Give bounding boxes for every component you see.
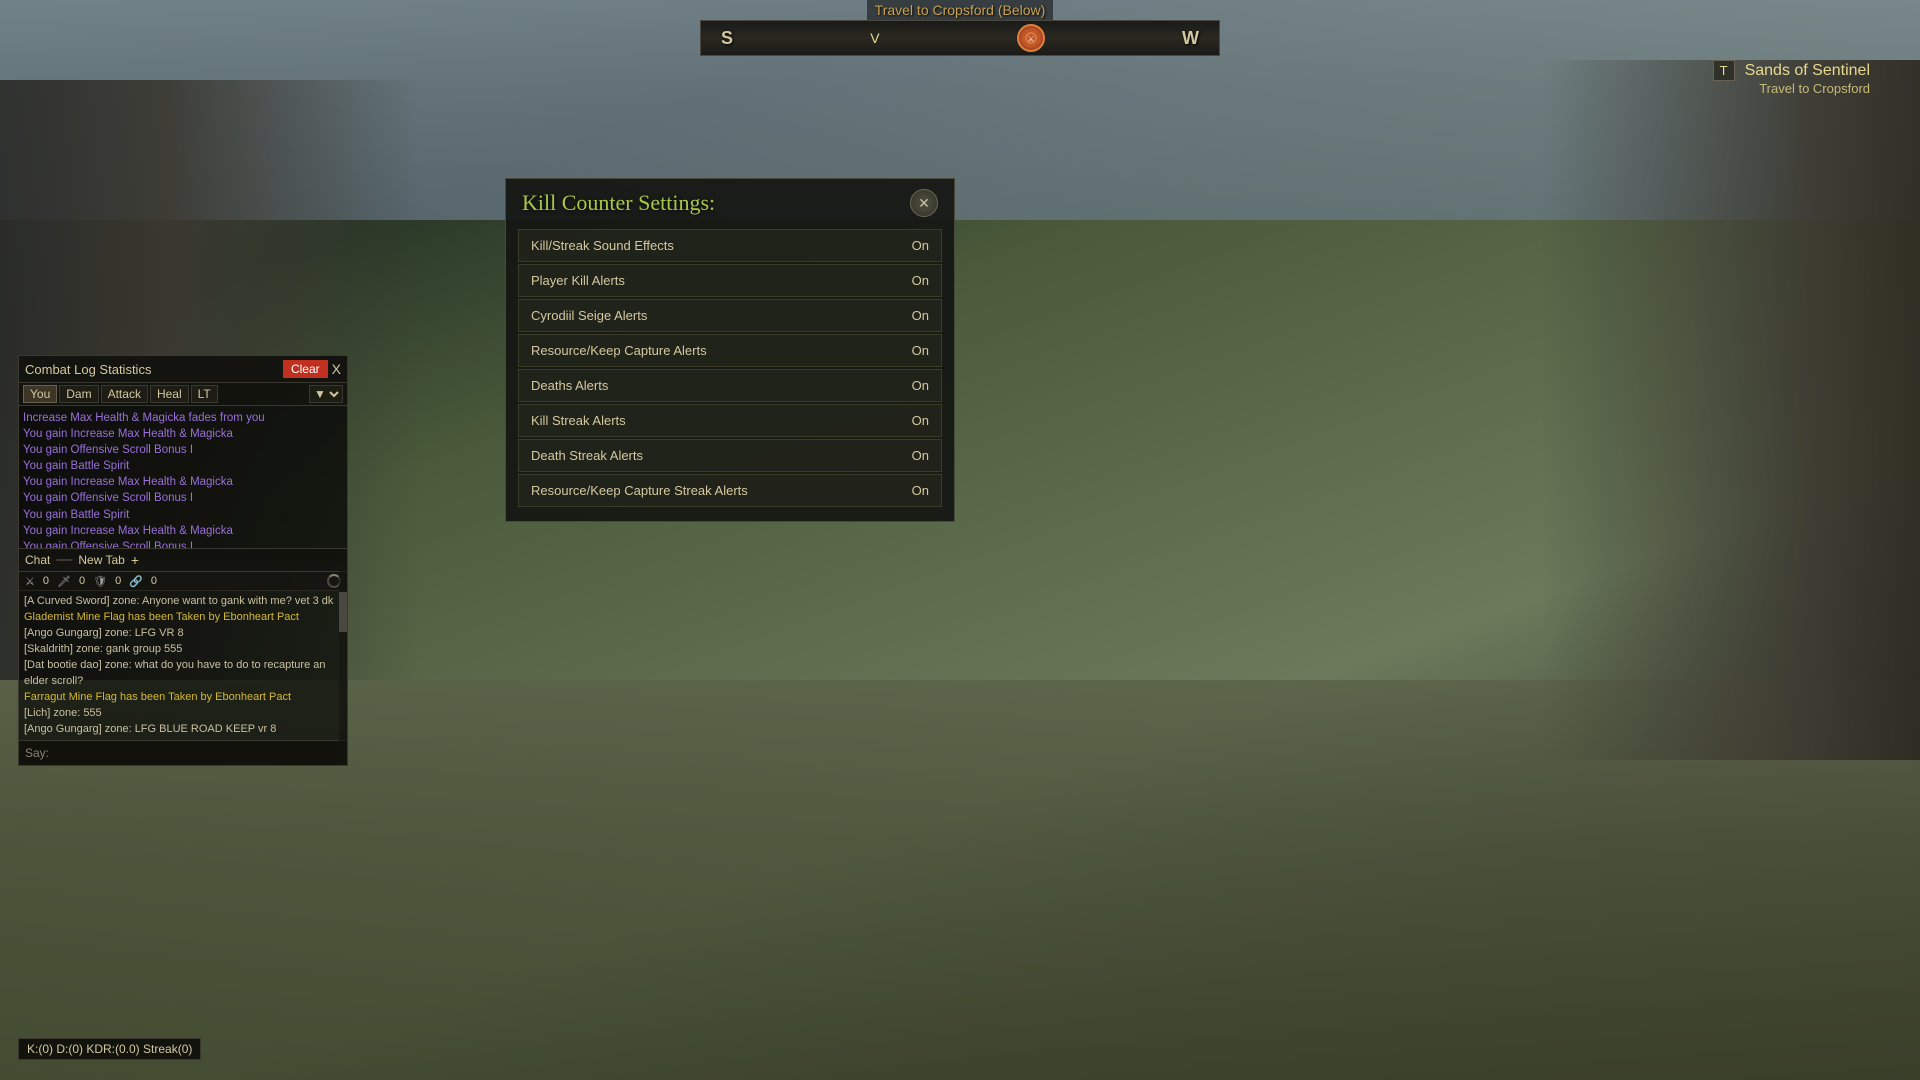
chat-message: [Ango Gungarg] zone: LFG BLUE ROAD KEEP …	[24, 722, 342, 738]
kc-setting-row[interactable]: Player Kill AlertsOn	[518, 264, 942, 297]
kc-setting-value: On	[899, 308, 929, 323]
combat-tab-dam[interactable]: Dam	[59, 385, 98, 403]
combat-tab-you[interactable]: You	[23, 385, 57, 403]
chat-status-row: ⚔ 0 🗡 0 🛡 0 🔗 0	[19, 572, 347, 591]
combat-log-header: Combat Log Statistics Clear X	[19, 356, 347, 383]
kc-setting-label: Player Kill Alerts	[531, 273, 899, 288]
kill-counter-settings-list: Kill/Streak Sound EffectsOnPlayer Kill A…	[506, 225, 954, 521]
svg-text:⚔: ⚔	[1027, 35, 1034, 44]
chat-input-row: Say:	[19, 740, 347, 765]
chat-message: Farragut Mine Flag has been Taken by Ebo…	[24, 690, 342, 706]
kc-setting-value: On	[899, 483, 929, 498]
kill-counter-close-button[interactable]: ✕	[910, 189, 938, 217]
compass-west: W	[1182, 28, 1199, 49]
compass-bar: Travel to Cropsford (Below) S V ⚔ W	[680, 0, 1240, 56]
chat-message: [Dat bootie dao] zone: what do you have …	[24, 658, 342, 690]
clear-button[interactable]: Clear	[283, 360, 328, 378]
chat-message: [Skaldrith] zone: gank group 555	[24, 642, 342, 658]
kc-setting-value: On	[899, 448, 929, 463]
combat-message: Increase Max Health & Magicka fades from…	[23, 410, 343, 426]
kc-setting-row[interactable]: Resource/Keep Capture Streak AlertsOn	[518, 474, 942, 507]
combat-log-title: Combat Log Statistics	[25, 362, 151, 377]
chat-scrollbar-thumb[interactable]	[339, 592, 347, 632]
kc-setting-label: Resource/Keep Capture Streak Alerts	[531, 483, 899, 498]
kc-setting-row[interactable]: Resource/Keep Capture AlertsOn	[518, 334, 942, 367]
kc-setting-value: On	[899, 378, 929, 393]
combat-message: You gain Battle Spirit	[23, 507, 343, 523]
sword-count: 0	[43, 575, 49, 587]
shield-icon: 🛡	[93, 575, 107, 588]
kc-setting-row[interactable]: Kill Streak AlertsOn	[518, 404, 942, 437]
kc-setting-row[interactable]: Death Streak AlertsOn	[518, 439, 942, 472]
travel-label: Travel to Cropsford (Below)	[867, 0, 1054, 20]
location-travel: Travel to Cropsford	[1713, 81, 1870, 96]
combat-tab-lt[interactable]: LT	[191, 385, 218, 403]
chat-messages: [A Curved Sword] zone: Anyone want to ga…	[19, 591, 347, 740]
travel-destination: Travel to Cropsford	[875, 2, 994, 18]
chat-scrollbar[interactable]	[339, 549, 347, 765]
combat-tab-attack[interactable]: Attack	[101, 385, 148, 403]
kc-setting-row[interactable]: Cyrodiil Seige AlertsOn	[518, 299, 942, 332]
combat-message: You gain Offensive Scroll Bonus I	[23, 442, 343, 458]
kill-counter-title-bar: Kill Counter Settings: ✕	[506, 179, 954, 225]
archway-right	[1540, 60, 1920, 760]
compass-strip: S V ⚔ W	[700, 20, 1220, 56]
chat-tabs: Chat — New Tab +	[19, 549, 347, 572]
dagger-icon: 🗡	[57, 575, 71, 588]
combat-tab-heal[interactable]: Heal	[150, 385, 189, 403]
kc-setting-row[interactable]: Deaths AlertsOn	[518, 369, 942, 402]
chain-icon: 🔗	[129, 575, 143, 588]
chat-input-label: Say:	[25, 746, 49, 760]
combat-message: You gain Increase Max Health & Magicka	[23, 426, 343, 442]
compass-icon: ⚔	[1017, 24, 1045, 52]
kc-setting-value: On	[899, 273, 929, 288]
kc-setting-label: Kill Streak Alerts	[531, 413, 899, 428]
kill-counter-title: Kill Counter Settings:	[522, 190, 715, 216]
kc-setting-label: Deaths Alerts	[531, 378, 899, 393]
combat-log-controls: Clear X	[283, 360, 341, 378]
location-info: T Sands of Sentinel Travel to Cropsford	[1713, 60, 1870, 96]
compass-marker: V	[870, 30, 879, 46]
kc-setting-value: On	[899, 238, 929, 253]
combat-dropdown[interactable]: ▼	[309, 385, 343, 403]
chat-message: [Lich] zone: 555	[24, 706, 342, 722]
chat-message: [A Curved Sword] zone: Anyone want to ga…	[24, 594, 342, 610]
combat-message: You gain Increase Max Health & Magicka	[23, 474, 343, 490]
sword-icon: ⚔	[25, 575, 35, 588]
kill-stats-bar: K:(0) D:(0) KDR:(0.0) Streak(0)	[18, 1038, 201, 1060]
kc-setting-value: On	[899, 343, 929, 358]
kill-stats-text: K:(0) D:(0) KDR:(0.0) Streak(0)	[27, 1042, 192, 1056]
kc-setting-value: On	[899, 413, 929, 428]
shield-count: 0	[115, 575, 121, 587]
chat-message: [Ango Gungarg] zone: LFG VR 8	[24, 626, 342, 642]
chat-tab-newtab[interactable]: New Tab	[78, 553, 124, 567]
kill-counter-dialog: Kill Counter Settings: ✕ Kill/Streak Sou…	[505, 178, 955, 522]
chat-tab-chat[interactable]: Chat	[25, 553, 50, 567]
kc-setting-label: Death Streak Alerts	[531, 448, 899, 463]
combat-messages: Increase Max Health & Magicka fades from…	[19, 406, 347, 561]
close-combat-button[interactable]: X	[332, 361, 341, 377]
location-name: Sands of Sentinel	[1745, 62, 1870, 80]
combat-log-panel: Combat Log Statistics Clear X You Dam At…	[18, 355, 348, 562]
compass-south: S	[721, 28, 733, 49]
kc-setting-label: Resource/Keep Capture Alerts	[531, 343, 899, 358]
kc-setting-label: Cyrodiil Seige Alerts	[531, 308, 899, 323]
chat-add-button[interactable]: +	[131, 552, 139, 568]
chat-message: Glademist Mine Flag has been Taken by Eb…	[24, 610, 342, 626]
kc-setting-row[interactable]: Kill/Streak Sound EffectsOn	[518, 229, 942, 262]
combat-message: You gain Battle Spirit	[23, 458, 343, 474]
kc-setting-label: Kill/Streak Sound Effects	[531, 238, 899, 253]
combat-message: You gain Offensive Scroll Bonus I	[23, 490, 343, 506]
combat-tabs: You Dam Attack Heal LT ▼	[19, 383, 347, 406]
dagger-count: 0	[79, 575, 85, 587]
combat-message: You gain Increase Max Health & Magicka	[23, 523, 343, 539]
location-key: T	[1713, 60, 1735, 81]
travel-direction: (Below)	[998, 2, 1045, 18]
chat-panel: Chat — New Tab + ⚔ 0 🗡 0 🛡 0 🔗 0 [A Curv…	[18, 548, 348, 766]
chain-count: 0	[151, 575, 157, 587]
